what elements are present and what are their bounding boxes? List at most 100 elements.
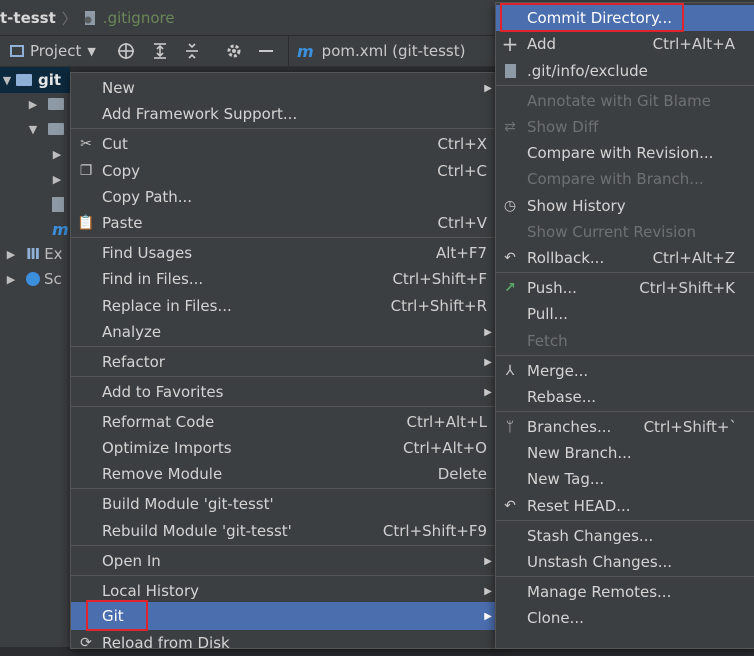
tree-root-node[interactable]: ▼ git bbox=[0, 67, 70, 93]
menu-item-label: Rollback... bbox=[527, 249, 605, 267]
menu-item-add-to-favorites[interactable]: Add to Favorites ▶ bbox=[71, 379, 497, 405]
menu-item-unstash-changes[interactable]: Unstash Changes... bbox=[496, 549, 754, 575]
menu-item-analyze[interactable]: Analyze ▶ bbox=[71, 319, 497, 345]
menu-item-git[interactable]: Git ▶ bbox=[71, 602, 497, 630]
menu-item-rebuild-module[interactable]: Rebuild Module 'git-tesst' Ctrl+Shift+F9 bbox=[71, 518, 497, 544]
menu-item-build-module[interactable]: Build Module 'git-tesst' bbox=[71, 491, 497, 517]
copy-icon: ❐ bbox=[79, 163, 93, 179]
menu-item-shortcut: Ctrl+C bbox=[437, 162, 487, 180]
menu-item-clone[interactable]: Clone... bbox=[496, 605, 754, 631]
collapse-all-icon[interactable] bbox=[183, 42, 201, 60]
menu-item-shortcut: Ctrl+Alt+O bbox=[403, 439, 487, 457]
tree-node[interactable]: ▶ bbox=[50, 166, 64, 192]
menu-item-shortcut: Ctrl+Shift+R bbox=[390, 297, 487, 315]
gear-icon[interactable] bbox=[225, 42, 243, 60]
menu-item-reload-from-disk[interactable]: ⟳ Reload from Disk bbox=[71, 630, 497, 656]
expand-all-icon[interactable] bbox=[151, 42, 169, 60]
menu-item-shortcut: Ctrl+Shift+K bbox=[639, 279, 735, 297]
menu-item-fetch[interactable]: Fetch bbox=[496, 328, 754, 354]
menu-item-refactor[interactable]: Refactor ▶ bbox=[71, 349, 497, 375]
menu-item-label: Optimize Imports bbox=[102, 439, 232, 457]
tree-file-node[interactable] bbox=[52, 191, 64, 217]
project-view-selector[interactable]: Project ▼ bbox=[10, 42, 96, 60]
menu-item-push[interactable]: ↗ Push... Ctrl+Shift+K bbox=[496, 275, 754, 301]
menu-item-show-history[interactable]: ◷ Show History bbox=[496, 193, 754, 219]
menu-item-shortcut: Ctrl+Shift+F bbox=[392, 270, 487, 288]
menu-item-new[interactable]: New ▶ bbox=[71, 75, 497, 101]
menu-item-compare-with-branch[interactable]: Compare with Branch... bbox=[496, 166, 754, 192]
breadcrumb-project[interactable]: t-tesst bbox=[0, 9, 56, 27]
menu-item-label: Fetch bbox=[527, 332, 568, 350]
menu-item-label: .git/info/exclude bbox=[527, 62, 648, 80]
menu-item-stash-changes[interactable]: Stash Changes... bbox=[496, 523, 754, 549]
menu-item-shortcut: Ctrl+V bbox=[437, 214, 487, 232]
menu-item-label: Show History bbox=[527, 197, 626, 215]
menu-item-label: Add Framework Support... bbox=[102, 105, 298, 123]
menu-item-compare-with-revision[interactable]: Compare with Revision... bbox=[496, 140, 754, 166]
menu-item-find-in-files[interactable]: Find in Files... Ctrl+Shift+F bbox=[71, 266, 497, 292]
menu-item-replace-in-files[interactable]: Replace in Files... Ctrl+Shift+R bbox=[71, 293, 497, 319]
breadcrumb-separator-icon: 〉 bbox=[61, 9, 77, 28]
tree-file-node[interactable]: m bbox=[52, 216, 69, 242]
menu-item-find-usages[interactable]: Find Usages Alt+F7 bbox=[71, 240, 497, 266]
menu-item-merge[interactable]: ⅄ Merge... bbox=[496, 358, 754, 384]
tree-node[interactable]: ▼ bbox=[26, 116, 64, 142]
menu-item-optimize-imports[interactable]: Optimize Imports Ctrl+Alt+O bbox=[71, 435, 497, 461]
tree-node-label: Ex bbox=[44, 245, 63, 263]
tree-node-external-libraries[interactable]: ▶ Ⅲ Ex bbox=[4, 241, 63, 267]
menu-item-manage-remotes[interactable]: Manage Remotes... bbox=[496, 579, 754, 605]
menu-item-cut[interactable]: ✂ Cut Ctrl+X bbox=[71, 131, 497, 157]
menu-item-show-current-revision[interactable]: Show Current Revision bbox=[496, 219, 754, 245]
menu-item-label: Show Current Revision bbox=[527, 223, 697, 241]
menu-item-annotate[interactable]: Annotate with Git Blame bbox=[496, 88, 754, 114]
menu-item-add-framework-support[interactable]: Add Framework Support... bbox=[71, 101, 497, 127]
push-arrow-icon: ↗ bbox=[504, 280, 516, 296]
branch-icon: ᛘ bbox=[505, 419, 515, 435]
menu-separator bbox=[496, 85, 754, 86]
menu-item-paste[interactable]: 📋 Paste Ctrl+V bbox=[71, 210, 497, 236]
menu-item-commit-directory[interactable]: Commit Directory... bbox=[496, 5, 754, 31]
menu-item-shortcut: Ctrl+Shift+F9 bbox=[382, 522, 487, 540]
menu-item-remove-module[interactable]: Remove Module Delete bbox=[71, 461, 497, 487]
reset-icon: ↶ bbox=[504, 498, 516, 514]
menu-item-label: Rebuild Module 'git-tesst' bbox=[102, 522, 292, 540]
menu-item-add[interactable]: + Add Ctrl+Alt+A bbox=[496, 31, 754, 57]
menu-separator bbox=[71, 237, 497, 238]
menu-item-copy-path[interactable]: Copy Path... bbox=[71, 184, 497, 210]
menu-separator bbox=[496, 520, 754, 521]
menu-item-branches[interactable]: ᛘ Branches... Ctrl+Shift+` bbox=[496, 414, 754, 440]
menu-item-copy[interactable]: ❐ Copy Ctrl+C bbox=[71, 158, 497, 184]
history-icon: ◷ bbox=[503, 198, 517, 214]
tree-node[interactable]: ▶ bbox=[50, 141, 64, 167]
tree-root-label: git bbox=[38, 71, 62, 89]
menu-item-reset-head[interactable]: ↶ Reset HEAD... bbox=[496, 493, 754, 519]
menu-item-reformat-code[interactable]: Reformat Code Ctrl+Alt+L bbox=[71, 409, 497, 435]
menu-separator bbox=[496, 576, 754, 577]
library-icon: Ⅲ bbox=[26, 245, 41, 263]
locate-target-icon[interactable] bbox=[117, 42, 135, 60]
menu-item-open-in[interactable]: Open In ▶ bbox=[71, 548, 497, 574]
chevron-right-icon: ▶ bbox=[52, 147, 62, 161]
scratches-icon bbox=[26, 272, 40, 286]
editor-tab-pom[interactable]: m pom.xml (git-tesst) bbox=[288, 36, 473, 66]
tree-node[interactable]: ▶ bbox=[26, 91, 64, 117]
menu-item-new-tag[interactable]: New Tag... bbox=[496, 466, 754, 492]
maven-file-icon: m bbox=[52, 219, 69, 239]
menu-item-show-diff[interactable]: ⇄ Show Diff bbox=[496, 114, 754, 140]
menu-item-label: Cut bbox=[102, 135, 128, 153]
menu-item-new-branch[interactable]: New Branch... bbox=[496, 440, 754, 466]
tree-node-scratches[interactable]: ▶ Sc bbox=[4, 266, 62, 292]
minimize-icon[interactable] bbox=[257, 42, 275, 60]
chevron-down-icon: ▼ bbox=[2, 73, 12, 87]
menu-item-rollback[interactable]: ↶ Rollback... Ctrl+Alt+Z bbox=[496, 245, 754, 271]
menu-item-git-info-exclude[interactable]: .git/info/exclude bbox=[496, 58, 754, 84]
menu-item-label: Copy Path... bbox=[102, 188, 193, 206]
breadcrumb-file[interactable]: .gitignore bbox=[103, 9, 175, 27]
menu-item-pull[interactable]: Pull... bbox=[496, 301, 754, 327]
menu-item-label: Pull... bbox=[527, 305, 568, 323]
file-icon bbox=[501, 62, 519, 80]
menu-item-local-history[interactable]: Local History ▶ bbox=[71, 578, 497, 604]
menu-item-rebase[interactable]: Rebase... bbox=[496, 384, 754, 410]
menu-item-label: Branches... bbox=[527, 418, 612, 436]
menu-item-shortcut: Ctrl+Alt+Z bbox=[652, 249, 735, 267]
